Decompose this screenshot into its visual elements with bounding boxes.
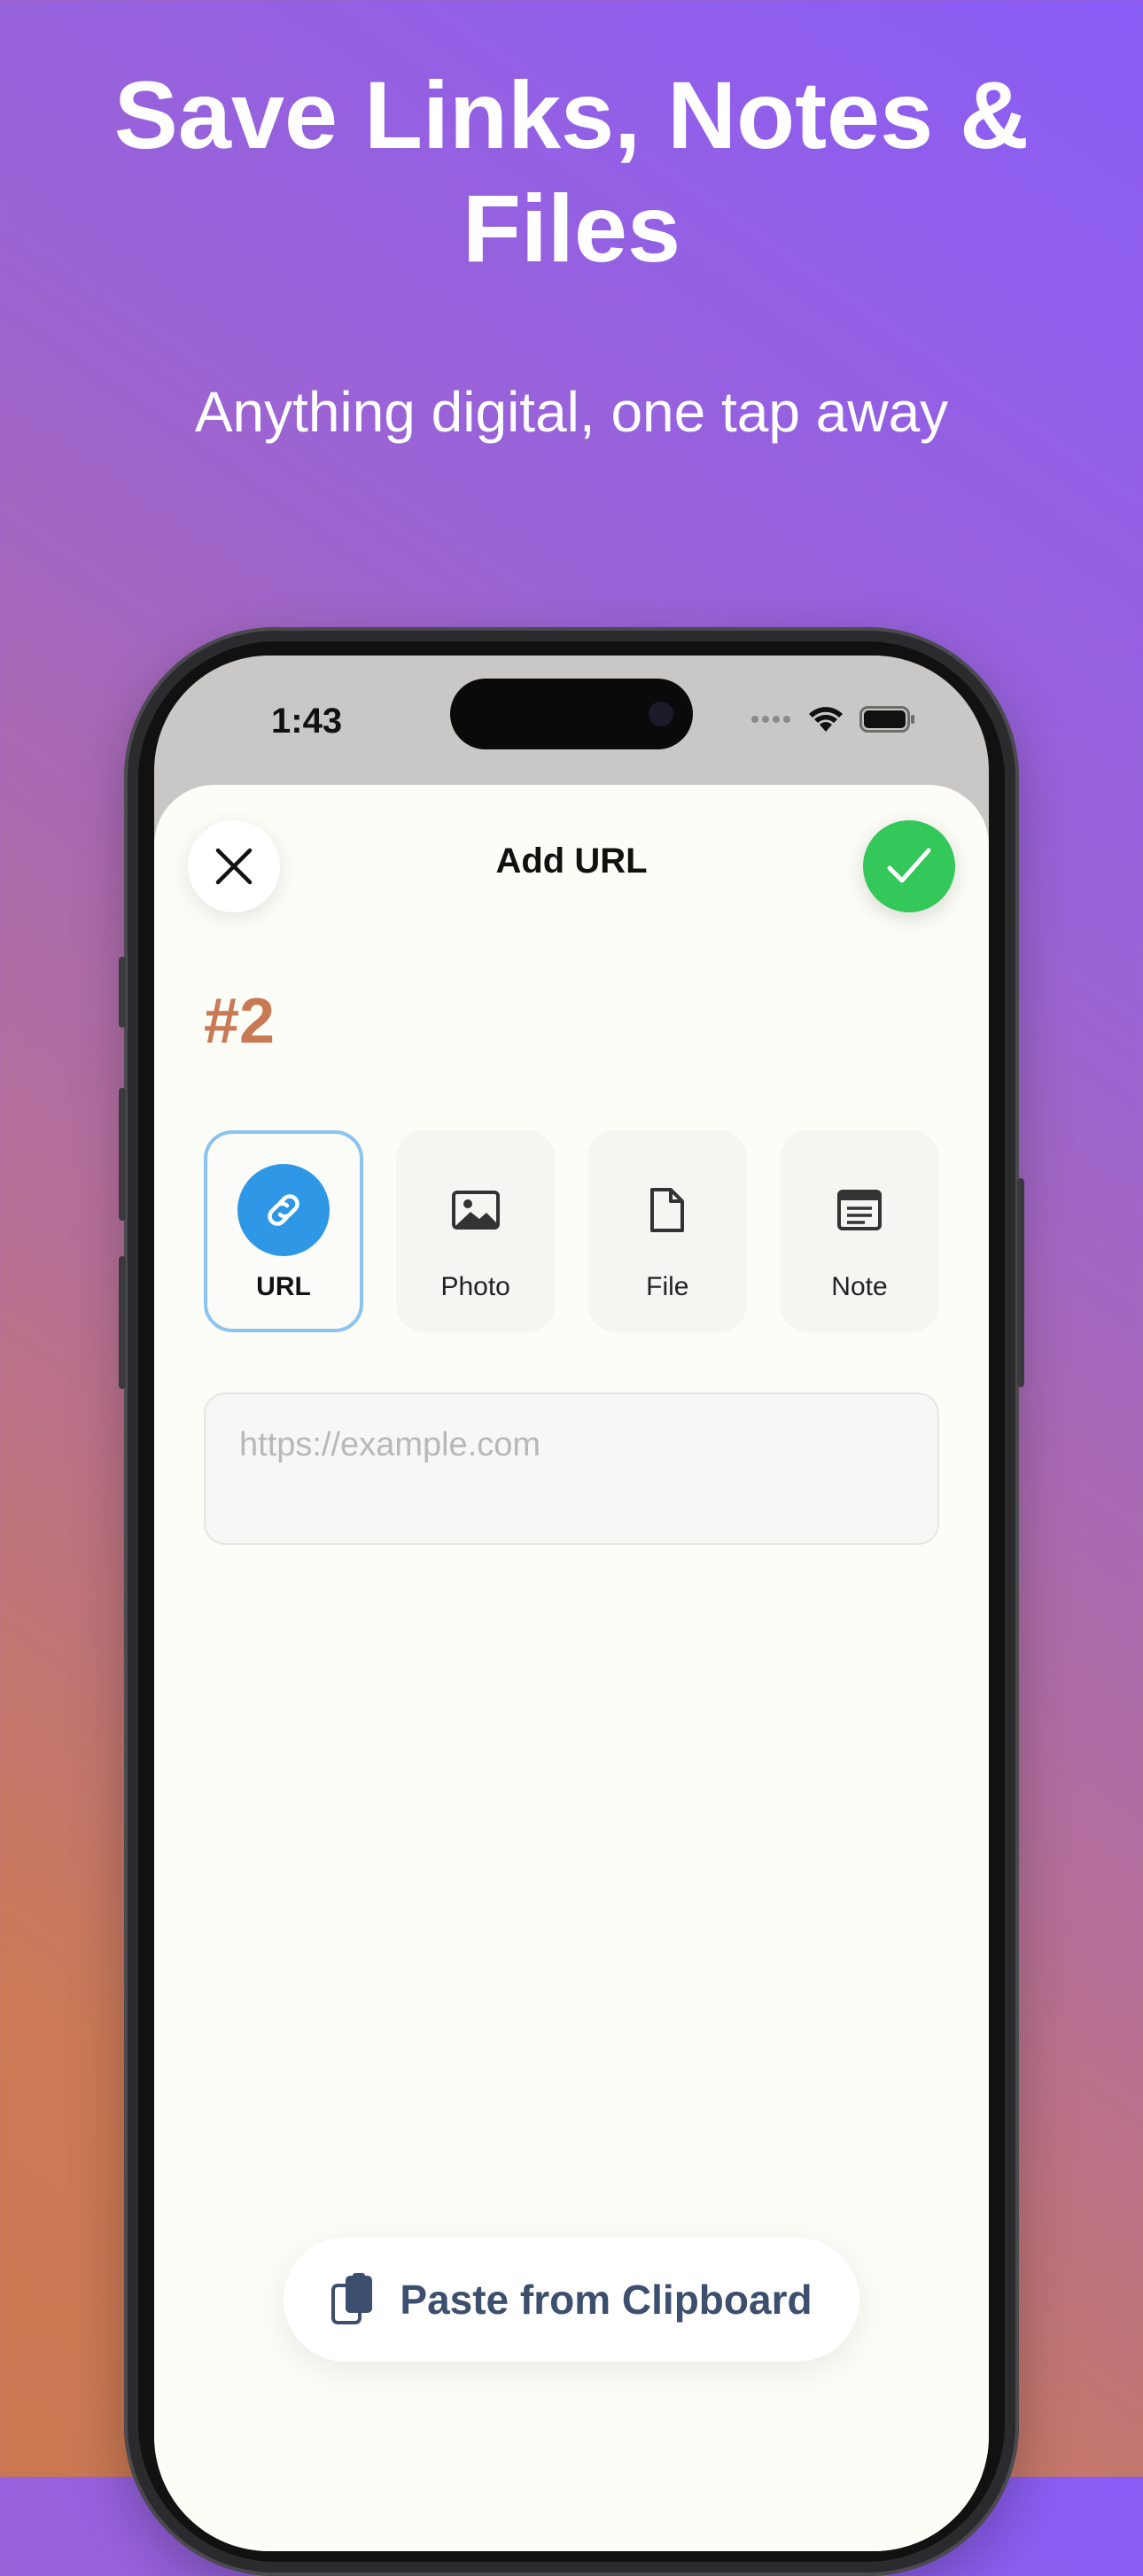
volume-up-button	[119, 1088, 126, 1221]
status-icons	[750, 705, 916, 733]
dynamic-island	[450, 679, 693, 749]
battery-icon	[859, 706, 914, 733]
confirm-button[interactable]	[863, 820, 955, 912]
hero-subtitle: Anything digital, one tap away	[194, 380, 949, 444]
phone-screen: 1:43 Add URL #2 URL Photo File Note http…	[154, 656, 989, 2551]
power-button	[1017, 1178, 1024, 1387]
clipboard-icon	[331, 2273, 373, 2324]
link-icon	[268, 1194, 299, 1226]
type-file-option[interactable]: File	[587, 1130, 748, 1332]
type-selector: URL Photo File Note	[204, 1130, 939, 1332]
volume-down-button	[119, 1256, 126, 1389]
checkmark-icon	[887, 848, 931, 883]
type-photo-option[interactable]: Photo	[395, 1130, 556, 1332]
type-label: Note	[831, 1272, 888, 1301]
camera-icon	[649, 702, 673, 726]
type-label: Photo	[440, 1272, 510, 1301]
paste-from-clipboard-button[interactable]: Paste from Clipboard	[284, 2238, 859, 2362]
cellular-icon	[751, 716, 790, 723]
file-icon	[650, 1188, 685, 1232]
hero-title: Save Links, Notes & Files	[113, 61, 1030, 282]
status-bar: 1:43	[154, 656, 989, 788]
type-label: URL	[256, 1272, 311, 1301]
wifi-icon	[809, 707, 843, 732]
type-url-option[interactable]: URL	[204, 1130, 363, 1332]
url-input[interactable]	[204, 1393, 939, 1545]
item-number: #2	[204, 986, 276, 1057]
type-label: File	[646, 1272, 689, 1301]
photo-icon	[451, 1191, 500, 1230]
paste-button-label: Paste from Clipboard	[400, 2277, 813, 2323]
note-icon	[836, 1190, 882, 1230]
status-time: 1:43	[271, 702, 343, 741]
action-button	[119, 957, 126, 1028]
type-note-option[interactable]: Note	[779, 1130, 939, 1332]
type-icon-badge	[237, 1164, 330, 1256]
add-item-sheet: Add URL #2 URL Photo File Note https://e…	[154, 785, 989, 2551]
